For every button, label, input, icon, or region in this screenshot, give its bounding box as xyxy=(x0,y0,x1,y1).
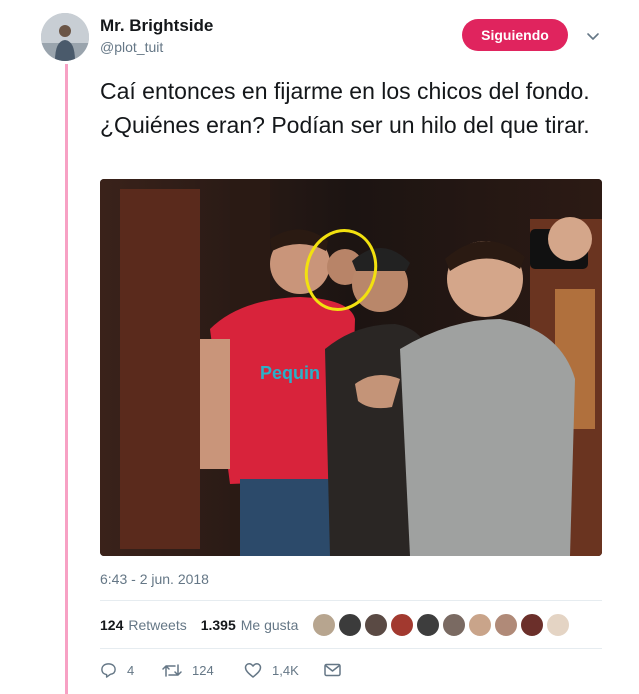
following-button[interactable]: Siguiendo xyxy=(462,19,568,51)
tweet-photo[interactable]: Pequin xyxy=(100,179,602,556)
tweet-actions: 4 124 1,4K xyxy=(100,660,351,680)
user-handle[interactable]: @plot_tuit xyxy=(100,39,163,55)
engagement-stats: 124 Retweets 1.395 Me gusta xyxy=(100,614,312,636)
liker-avatar[interactable] xyxy=(494,613,518,637)
like-count: 1,4K xyxy=(272,662,299,678)
liker-avatar[interactable] xyxy=(468,613,492,637)
liker-avatar[interactable] xyxy=(312,613,336,637)
reply-icon xyxy=(101,662,116,678)
retweet-button[interactable]: 124 xyxy=(162,662,244,679)
thread-line xyxy=(65,64,68,694)
retweets-label: Retweets xyxy=(128,617,187,633)
liker-avatars xyxy=(312,612,572,638)
tweet-text: Caí entonces en fijarme en los chicos de… xyxy=(100,78,590,138)
liker-avatar[interactable] xyxy=(338,613,362,637)
direct-message-button[interactable] xyxy=(324,663,351,677)
display-name[interactable]: Mr. Brightside xyxy=(100,16,213,36)
heart-icon xyxy=(244,662,262,678)
svg-text:Pequin: Pequin xyxy=(260,363,320,383)
tweet-timestamp[interactable]: 6:43 - 2 jun. 2018 xyxy=(100,571,209,587)
reply-button[interactable]: 4 xyxy=(100,662,162,679)
liker-avatar[interactable] xyxy=(390,613,414,637)
retweet-count: 124 xyxy=(192,662,214,678)
liker-avatar[interactable] xyxy=(546,613,570,637)
liker-avatar[interactable] xyxy=(364,613,388,637)
like-button[interactable]: 1,4K xyxy=(244,662,324,679)
retweets-count: 124 xyxy=(100,617,124,633)
likes-stat[interactable]: 1.395 Me gusta xyxy=(201,617,299,633)
liker-avatar[interactable] xyxy=(442,613,466,637)
retweets-stat[interactable]: 124 Retweets xyxy=(100,617,187,633)
avatar[interactable] xyxy=(41,13,89,61)
likes-count: 1.395 xyxy=(200,617,236,633)
divider xyxy=(100,648,602,649)
divider xyxy=(100,600,602,601)
likes-label: Me gusta xyxy=(240,617,299,633)
envelope-icon xyxy=(324,663,341,677)
liker-avatar[interactable] xyxy=(416,613,440,637)
reply-count: 4 xyxy=(127,662,135,678)
retweet-icon xyxy=(162,663,182,677)
liker-avatar[interactable] xyxy=(520,613,544,637)
chevron-down-icon[interactable] xyxy=(583,26,603,46)
